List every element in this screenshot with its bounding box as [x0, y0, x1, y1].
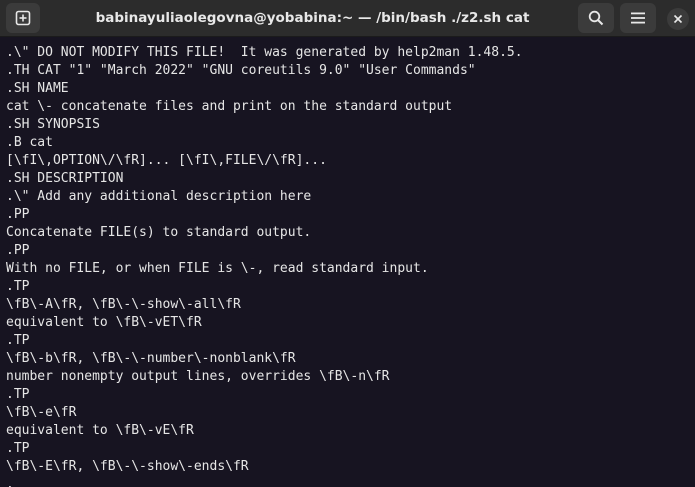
- terminal-window: babinayuliaolegovna@yobabina:~ — /bin/ba…: [0, 0, 695, 487]
- terminal-line: .PP: [6, 243, 30, 258]
- terminal-line: \fB\-A\fR, \fB\-\-show\-all\fR: [6, 297, 241, 312]
- search-button[interactable]: [578, 3, 614, 33]
- terminal-line: .PP: [6, 207, 30, 222]
- terminal-line: .: [6, 477, 14, 487]
- terminal-line: .SH NAME: [6, 81, 69, 96]
- close-button[interactable]: [667, 8, 689, 30]
- new-tab-button[interactable]: [6, 3, 40, 33]
- terminal-line: .\" Add any additional description here: [6, 189, 312, 204]
- terminal-line: equivalent to \fB\-vET\fR: [6, 315, 202, 330]
- terminal-line: number nonempty output lines, overrides …: [6, 369, 390, 384]
- terminal-line: .TP: [6, 441, 30, 456]
- window-title: babinayuliaolegovna@yobabina:~ — /bin/ba…: [95, 10, 530, 26]
- close-x-icon: [673, 14, 683, 24]
- terminal-line: \fB\-e\fR: [6, 405, 77, 420]
- terminal-line: [\fI\,OPTION\/\fR]... [\fI\,FILE\/\fR]..…: [6, 153, 327, 168]
- magnifier-search-icon: [588, 10, 604, 26]
- terminal-line: .TP: [6, 279, 30, 294]
- terminal-line: cat \- concatenate files and print on th…: [6, 99, 453, 114]
- terminal-line: .TP: [6, 387, 30, 402]
- hamburger-menu-icon: [631, 12, 645, 24]
- new-tab-plus-icon: [15, 10, 31, 26]
- terminal-line: With no FILE, or when FILE is \-, read s…: [6, 261, 429, 276]
- terminal-output[interactable]: .\" DO NOT MODIFY THIS FILE! It was gene…: [0, 37, 695, 487]
- terminal-line: \fB\-b\fR, \fB\-\-number\-nonblank\fR: [6, 351, 296, 366]
- title-bar: babinayuliaolegovna@yobabina:~ — /bin/ba…: [0, 0, 695, 37]
- terminal-line: .\" DO NOT MODIFY THIS FILE! It was gene…: [6, 45, 523, 60]
- terminal-line: .TH CAT "1" "March 2022" "GNU coreutils …: [6, 63, 476, 78]
- menu-button[interactable]: [620, 3, 656, 33]
- terminal-line: .SH DESCRIPTION: [6, 171, 124, 186]
- terminal-line: .TP: [6, 333, 30, 348]
- terminal-line: .SH SYNOPSIS: [6, 117, 100, 132]
- terminal-line: Concatenate FILE(s) to standard output.: [6, 225, 312, 240]
- terminal-line: .B cat: [6, 135, 53, 150]
- terminal-line: \fB\-E\fR, \fB\-\-show\-ends\fR: [6, 459, 249, 474]
- terminal-line: equivalent to \fB\-vE\fR: [6, 423, 194, 438]
